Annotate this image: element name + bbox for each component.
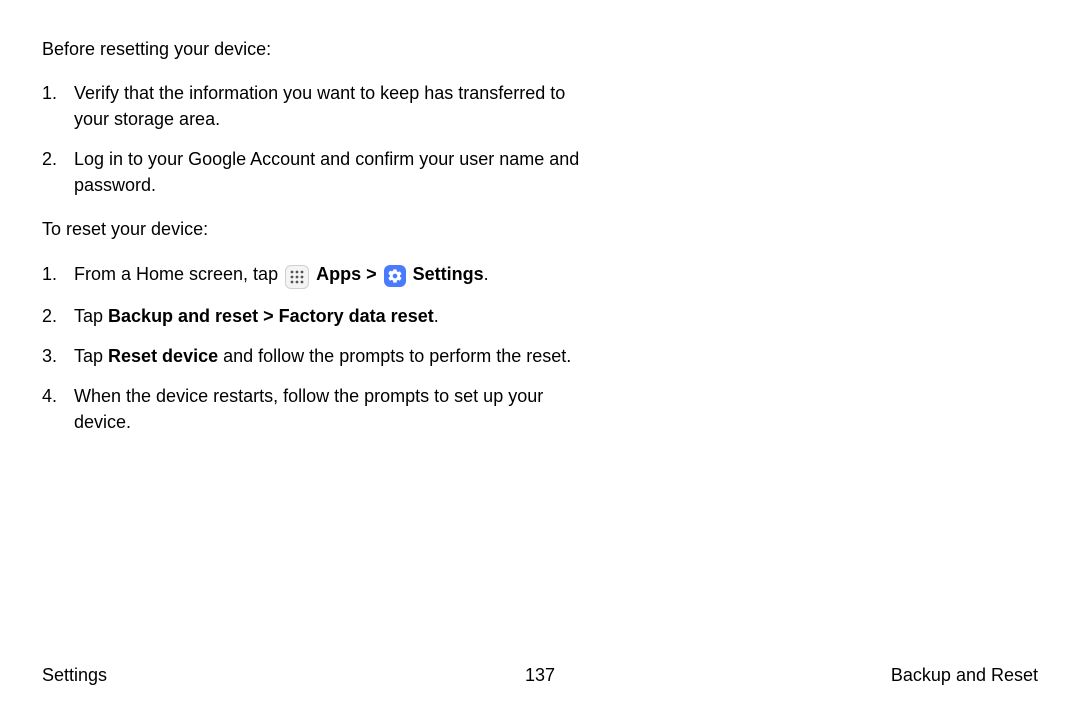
page-number: 137	[525, 662, 555, 688]
intro-before-reset: Before resetting your device:	[42, 36, 1038, 62]
list-text: Tap Backup and reset > Factory data rese…	[74, 303, 439, 329]
step1-tail: .	[484, 264, 489, 284]
list-item: 3. Tap Reset device and follow the promp…	[42, 343, 1038, 369]
list-number: 3.	[42, 343, 74, 369]
step2-tail: .	[434, 306, 439, 326]
list-item: 1. From a Home screen, tap Apps >	[42, 261, 1038, 289]
reset-steps-list: 1. From a Home screen, tap Apps >	[42, 261, 1038, 435]
step3-lead: Tap	[74, 346, 108, 366]
list-item: 2. Log in to your Google Account and con…	[42, 146, 1038, 198]
list-number: 2.	[42, 146, 74, 198]
backup-and-reset-label: Backup and reset	[108, 306, 258, 326]
list-item: 1. Verify that the information you want …	[42, 80, 1038, 132]
list-text: Verify that the information you want to …	[74, 80, 594, 132]
list-text: Tap Reset device and follow the prompts …	[74, 343, 571, 369]
list-text: Log in to your Google Account and confir…	[74, 146, 594, 198]
reset-device-label: Reset device	[108, 346, 218, 366]
page-footer: Settings 137 Backup and Reset	[0, 662, 1080, 688]
chevron-right-icon: >	[263, 306, 274, 326]
list-text: When the device restarts, follow the pro…	[74, 383, 594, 435]
apps-label: Apps	[316, 264, 361, 284]
settings-label: Settings	[413, 264, 484, 284]
list-number: 1.	[42, 261, 74, 289]
chevron-right-icon: >	[366, 264, 377, 284]
step2-lead: Tap	[74, 306, 108, 326]
list-number: 1.	[42, 80, 74, 132]
list-item: 2. Tap Backup and reset > Factory data r…	[42, 303, 1038, 329]
list-text: From a Home screen, tap Apps > Settings.	[74, 261, 489, 289]
list-number: 2.	[42, 303, 74, 329]
list-number: 4.	[42, 383, 74, 435]
page: Before resetting your device: 1. Verify …	[0, 0, 1080, 720]
step3-rest: and follow the prompts to perform the re…	[218, 346, 571, 366]
apps-icon	[285, 265, 309, 289]
footer-right: Backup and Reset	[891, 662, 1038, 688]
settings-icon	[384, 265, 406, 287]
list-item: 4. When the device restarts, follow the …	[42, 383, 1038, 435]
step1-lead: From a Home screen, tap	[74, 264, 283, 284]
footer-left: Settings	[42, 662, 107, 688]
pre-reset-list: 1. Verify that the information you want …	[42, 80, 1038, 198]
intro-to-reset: To reset your device:	[42, 216, 1038, 242]
factory-data-reset-label: Factory data reset	[279, 306, 434, 326]
